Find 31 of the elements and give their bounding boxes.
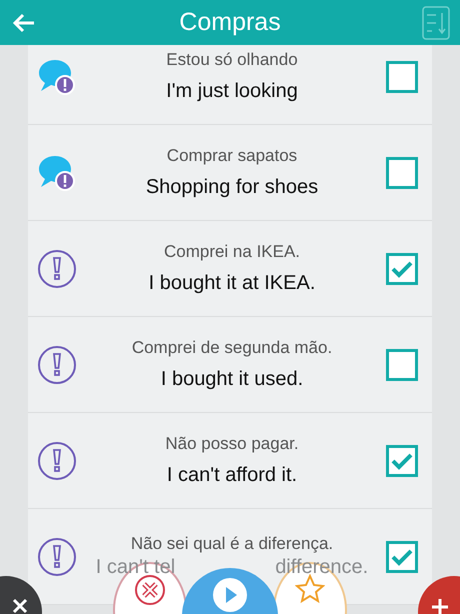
checkbox[interactable] <box>386 156 418 188</box>
exclamation-icon <box>36 344 78 386</box>
checkbox[interactable] <box>386 348 418 380</box>
exclamation-icon <box>36 536 78 578</box>
portuguese-phrase: Comprei na IKEA. <box>164 242 300 262</box>
portuguese-phrase: Não posso pagar. <box>165 434 299 454</box>
screen-title: Compras <box>179 8 281 36</box>
checkbox[interactable] <box>386 444 418 476</box>
portuguese-phrase: Comprar sapatos <box>166 146 298 166</box>
exclamation-icon <box>36 248 78 290</box>
checkbox[interactable] <box>386 540 418 572</box>
sort-icon[interactable] <box>422 6 450 40</box>
close-icon <box>12 598 28 614</box>
checkbox[interactable] <box>386 252 418 284</box>
star-icon <box>295 574 325 604</box>
checkmark-icon <box>391 452 413 470</box>
cross-circle-icon <box>134 574 166 606</box>
english-phrase: I bought it used. <box>160 368 304 391</box>
english-phrase: Shopping for shoes <box>146 176 318 199</box>
english-phrase: I'm just looking <box>166 80 298 103</box>
english-phrase: I bought it at IKEA. <box>148 272 316 295</box>
english-phrase: I can't afford it. <box>166 464 298 487</box>
exclamation-icon <box>36 440 78 482</box>
portuguese-phrase: Não sei qual é a diferença. <box>130 534 334 554</box>
checkmark-icon <box>391 548 413 566</box>
portuguese-phrase: Comprei de segunda mão. <box>132 338 332 358</box>
checkbox[interactable] <box>386 60 418 92</box>
play-icon <box>213 578 247 612</box>
plus-icon <box>431 598 449 614</box>
checkmark-icon <box>391 260 413 278</box>
portuguese-phrase: Estou só olhando <box>166 50 298 70</box>
